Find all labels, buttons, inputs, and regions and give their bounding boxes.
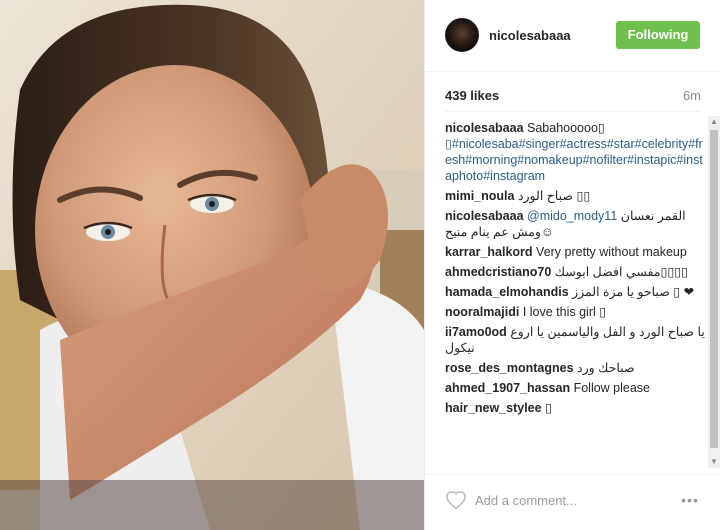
comment-text: ▯ <box>545 401 552 415</box>
post-header: nicolesabaaa Following <box>425 0 720 72</box>
post-sidebar: nicolesabaaa Following 439 likes 6m nico… <box>424 0 720 530</box>
more-options-icon[interactable]: ••• <box>677 490 703 510</box>
comment-username[interactable]: nicolesabaaa <box>445 209 524 223</box>
comment-username[interactable]: ahmed_1907_hassan <box>445 381 570 395</box>
divider <box>445 111 701 112</box>
comment-username[interactable]: mimi_noula <box>445 189 514 203</box>
heart-icon[interactable] <box>445 490 467 510</box>
comment-username[interactable]: ii7amo0od <box>445 325 507 339</box>
username[interactable]: nicolesabaaa <box>489 28 571 43</box>
list-item: nicolesabaaa @mido_mody11 القمر نعسان وم… <box>445 208 707 240</box>
scroll-up-arrow-icon[interactable]: ▲ <box>708 116 720 128</box>
list-item: ahmedcristiano70 مفسي افضل ابوسك▯▯▯▯ <box>445 264 707 280</box>
list-item: hair_new_stylee ▯ <box>445 400 707 416</box>
avatar[interactable] <box>445 18 479 52</box>
list-item: hamada_elmohandis صباحو يا مزة المزز ▯ ❤ <box>445 284 707 300</box>
caption-hashtags[interactable]: ▯#nicolesaba#singer#actress#star#celebri… <box>445 137 703 183</box>
comment-text: Follow please <box>573 381 651 395</box>
comment-username[interactable]: karrar_halkord <box>445 245 533 259</box>
comments-list: nicolesabaaa Sabahooooo▯ ▯#nicolesaba#si… <box>445 120 707 472</box>
scroll-thumb[interactable] <box>710 130 718 448</box>
comment-username[interactable]: hamada_elmohandis <box>445 285 569 299</box>
comment-username[interactable]: ahmedcristiano70 <box>445 265 551 279</box>
selfie-image <box>0 0 424 530</box>
comment-mention[interactable]: @mido_mody11 <box>527 209 617 223</box>
list-item: mimi_noula صباح الورد ▯▯ <box>445 188 707 204</box>
comments-scrollbar[interactable]: ▲ ▼ <box>708 116 720 468</box>
post-stats: 439 likes 6m <box>445 88 701 106</box>
caption-username[interactable]: nicolesabaaa <box>445 121 524 135</box>
post-footer: ••• <box>425 474 720 530</box>
scroll-down-arrow-icon[interactable]: ▼ <box>708 456 720 468</box>
likes-count[interactable]: 439 likes <box>445 88 499 103</box>
comment-username[interactable]: nooralmajidi <box>445 305 519 319</box>
post-time[interactable]: 6m <box>683 88 701 103</box>
list-item: karrar_halkord Very pretty without makeu… <box>445 244 707 260</box>
comment-username[interactable]: rose_des_montagnes <box>445 361 574 375</box>
comment-text: صباح الورد ▯▯ <box>517 189 591 203</box>
following-button[interactable]: Following <box>616 21 700 49</box>
list-item: nooralmajidi I love this girl ▯ <box>445 304 707 320</box>
comment-text: صباحو يا مزة المزز ▯ ❤ <box>572 285 695 299</box>
add-comment-input[interactable] <box>475 488 665 512</box>
list-item: ahmed_1907_hassan Follow please <box>445 380 707 396</box>
list-item: ii7amo0od يا صباح الورد و الفل والياسمين… <box>445 324 707 356</box>
comment-username[interactable]: hair_new_stylee <box>445 401 542 415</box>
caption-text: Sabahooooo▯ <box>527 121 605 135</box>
post-photo[interactable] <box>0 0 424 530</box>
comment-text: مفسي افضل ابوسك▯▯▯▯ <box>554 265 689 279</box>
comment-text: I love this girl ▯ <box>522 305 607 319</box>
list-item: rose_des_montagnes صباحك ورد <box>445 360 707 376</box>
caption: nicolesabaaa Sabahooooo▯ ▯#nicolesaba#si… <box>445 120 707 184</box>
comment-text: Very pretty without makeup <box>536 245 687 259</box>
comment-text: صباحك ورد <box>577 361 635 375</box>
